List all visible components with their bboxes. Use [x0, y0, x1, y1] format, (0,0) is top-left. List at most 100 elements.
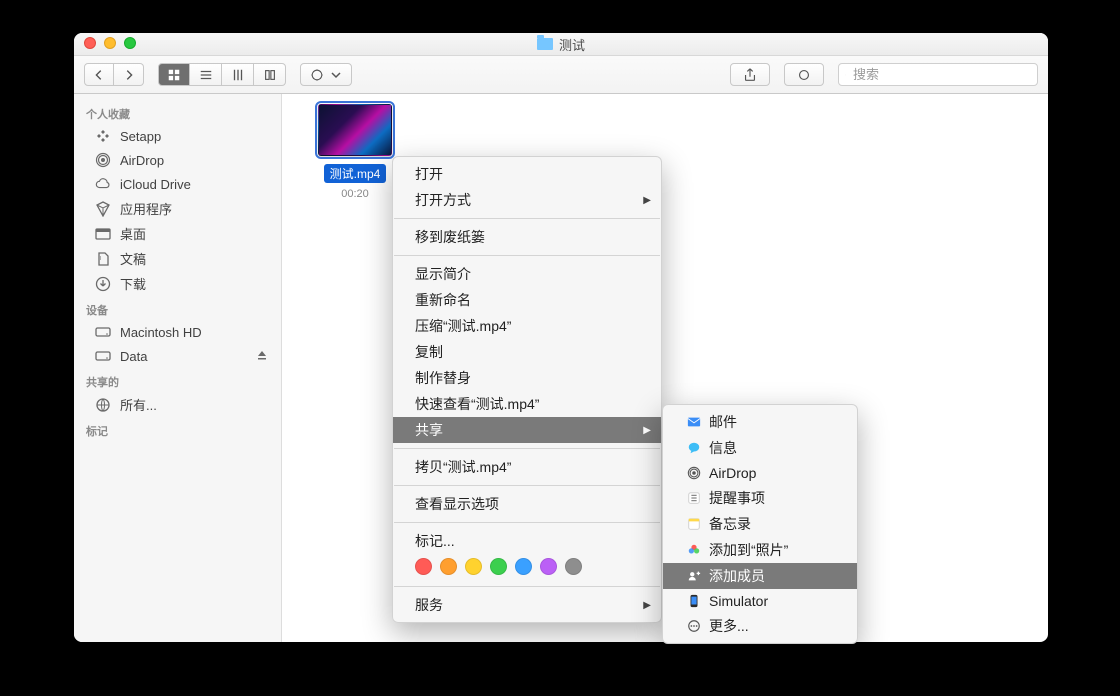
sidebar-item-label: Macintosh HD — [120, 325, 202, 340]
simulator-icon — [685, 592, 703, 610]
ctx-separator — [394, 448, 660, 449]
view-columns-button[interactable] — [222, 63, 254, 86]
titlebar: 测试 — [74, 33, 1048, 56]
window-title: 测试 — [559, 35, 585, 54]
sub-simulator[interactable]: Simulator — [663, 589, 857, 613]
add-people-icon — [685, 567, 703, 585]
sub-airdrop[interactable]: AirDrop — [663, 461, 857, 485]
file-name: 测试.mp4 — [324, 164, 387, 183]
sidebar-item-setapp[interactable]: Setapp — [74, 124, 281, 148]
sidebar-item-macintosh-hd[interactable]: Macintosh HD — [74, 320, 281, 344]
sidebar-item-label: iCloud Drive — [120, 177, 191, 192]
view-icons-button[interactable] — [158, 63, 190, 86]
applications-icon — [94, 200, 112, 218]
search-input[interactable] — [851, 66, 1031, 83]
ctx-rename[interactable]: 重新命名 — [393, 287, 661, 313]
close-button[interactable] — [84, 37, 96, 49]
ctx-alias[interactable]: 制作替身 — [393, 365, 661, 391]
tag-dot-gray[interactable] — [565, 558, 582, 575]
cloud-icon — [94, 175, 112, 193]
search-icon — [845, 68, 846, 82]
ctx-open[interactable]: 打开 — [393, 161, 661, 187]
mail-icon — [685, 413, 703, 431]
reminders-icon — [685, 489, 703, 507]
ctx-getinfo[interactable]: 显示简介 — [393, 261, 661, 287]
ctx-separator — [394, 586, 660, 587]
sidebar-item-all[interactable]: 所有... — [74, 392, 281, 417]
airdrop-icon — [94, 151, 112, 169]
tags-button[interactable] — [784, 63, 824, 86]
sub-reminders[interactable]: 提醒事项 — [663, 485, 857, 511]
ctx-quicklook[interactable]: 快速查看“测试.mp4” — [393, 391, 661, 417]
minimize-button[interactable] — [104, 37, 116, 49]
sidebar-item-label: 应用程序 — [120, 199, 172, 218]
airdrop-icon — [685, 464, 703, 482]
eject-icon[interactable] — [255, 348, 269, 365]
ctx-share[interactable]: 共享 — [393, 417, 661, 443]
setapp-icon — [94, 127, 112, 145]
documents-icon — [94, 250, 112, 268]
sub-photos[interactable]: 添加到“照片” — [663, 537, 857, 563]
ctx-services[interactable]: 服务 — [393, 592, 661, 618]
sub-notes[interactable]: 备忘录 — [663, 511, 857, 537]
folder-icon — [537, 38, 553, 50]
disk-icon — [94, 323, 112, 341]
more-icon — [685, 617, 703, 635]
window-controls — [84, 37, 136, 49]
ctx-copy[interactable]: 拷贝“测试.mp4” — [393, 454, 661, 480]
sidebar-item-label: AirDrop — [120, 153, 164, 168]
messages-icon — [685, 439, 703, 457]
sub-messages[interactable]: 信息 — [663, 435, 857, 461]
tag-dot-yellow[interactable] — [465, 558, 482, 575]
ctx-open-with[interactable]: 打开方式 — [393, 187, 661, 213]
forward-button[interactable] — [114, 63, 144, 86]
tag-dot-orange[interactable] — [440, 558, 457, 575]
notes-icon — [685, 515, 703, 533]
file-duration: 00:20 — [310, 188, 400, 200]
tag-dot-blue[interactable] — [515, 558, 532, 575]
disk-icon — [94, 347, 112, 365]
sidebar-header-tags: 标记 — [74, 417, 281, 441]
ctx-tag-colors — [393, 554, 661, 581]
ctx-duplicate[interactable]: 复制 — [393, 339, 661, 365]
sidebar-item-label: 所有... — [120, 395, 157, 414]
ctx-viewopts[interactable]: 查看显示选项 — [393, 491, 661, 517]
tag-dot-red[interactable] — [415, 558, 432, 575]
ctx-tags-label: 标记... — [393, 528, 661, 554]
sidebar-item-label: Setapp — [120, 129, 161, 144]
file-item[interactable]: 测试.mp4 00:20 — [310, 104, 400, 200]
desktop-icon — [94, 225, 112, 243]
tag-dot-green[interactable] — [490, 558, 507, 575]
ctx-separator — [394, 485, 660, 486]
view-gallery-button[interactable] — [254, 63, 286, 86]
zoom-button[interactable] — [124, 37, 136, 49]
sidebar-item-apps[interactable]: 应用程序 — [74, 196, 281, 221]
sidebar-item-airdrop[interactable]: AirDrop — [74, 148, 281, 172]
action-menu-button[interactable] — [300, 63, 352, 86]
sub-add-people[interactable]: 添加成员 — [663, 563, 857, 589]
sidebar-item-desktop[interactable]: 桌面 — [74, 221, 281, 246]
view-list-button[interactable] — [190, 63, 222, 86]
ctx-compress[interactable]: 压缩“测试.mp4” — [393, 313, 661, 339]
sidebar-item-label: 文稿 — [120, 249, 146, 268]
sidebar-header-shared: 共享的 — [74, 368, 281, 392]
tag-dot-purple[interactable] — [540, 558, 557, 575]
ctx-separator — [394, 218, 660, 219]
file-thumbnail[interactable] — [318, 104, 392, 156]
sidebar: 个人收藏 Setapp AirDrop iCloud Drive 应用程序 桌面 — [74, 94, 282, 642]
back-button[interactable] — [84, 63, 114, 86]
toolbar — [74, 56, 1048, 94]
sidebar-item-label: 下载 — [120, 274, 146, 293]
sidebar-item-icloud[interactable]: iCloud Drive — [74, 172, 281, 196]
sub-mail[interactable]: 邮件 — [663, 409, 857, 435]
sidebar-item-data[interactable]: Data — [74, 344, 281, 368]
share-submenu: 邮件 信息 AirDrop 提醒事项 备忘录 添加到“照片” 添加成员 Simu… — [662, 404, 858, 644]
search-field[interactable] — [838, 63, 1038, 86]
context-menu: 打开 打开方式 移到废纸篓 显示简介 重新命名 压缩“测试.mp4” 复制 制作… — [392, 156, 662, 623]
ctx-trash[interactable]: 移到废纸篓 — [393, 224, 661, 250]
ctx-separator — [394, 522, 660, 523]
sidebar-item-documents[interactable]: 文稿 — [74, 246, 281, 271]
sub-more[interactable]: 更多... — [663, 613, 857, 639]
share-button[interactable] — [730, 63, 770, 86]
sidebar-item-downloads[interactable]: 下载 — [74, 271, 281, 296]
